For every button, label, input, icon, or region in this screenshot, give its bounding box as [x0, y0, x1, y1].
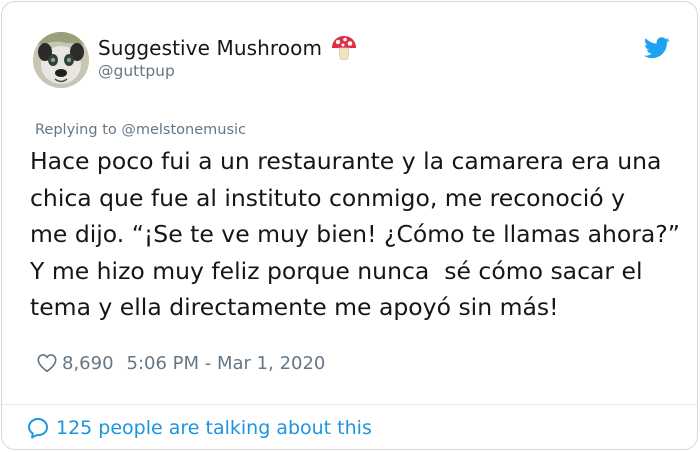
replying-to-line: Replying to @melstonemusic [35, 122, 246, 138]
tweet-timestamp[interactable]: 5:06 PM - Mar 1, 2020 [127, 353, 326, 374]
author-display-name[interactable]: Suggestive Mushroom [98, 36, 322, 60]
heart-icon[interactable] [36, 352, 58, 374]
speech-bubble-icon [26, 416, 50, 440]
tweet-meta: 8,690 5:06 PM - Mar 1, 2020 [36, 352, 325, 374]
mushroom-icon [330, 35, 358, 61]
tweet-card: Suggestive Mushroom @guttpup Replying to… [1, 1, 698, 450]
conversation-link[interactable]: 125 people are talking about this [56, 417, 372, 439]
author-name-row: Suggestive Mushroom [98, 35, 358, 61]
divider [2, 404, 697, 405]
conversation-link-row[interactable]: 125 people are talking about this [26, 416, 372, 440]
avatar[interactable] [33, 32, 89, 88]
like-count[interactable]: 8,690 [62, 353, 114, 374]
author-handle[interactable]: @guttpup [98, 62, 175, 80]
tweet-text: Hace poco fui a un restaurante y la cama… [30, 147, 680, 321]
twitter-bird-icon[interactable] [644, 37, 670, 59]
reply-mention-link[interactable]: @melstonemusic [121, 122, 246, 138]
replying-to-label: Replying to [35, 122, 117, 138]
